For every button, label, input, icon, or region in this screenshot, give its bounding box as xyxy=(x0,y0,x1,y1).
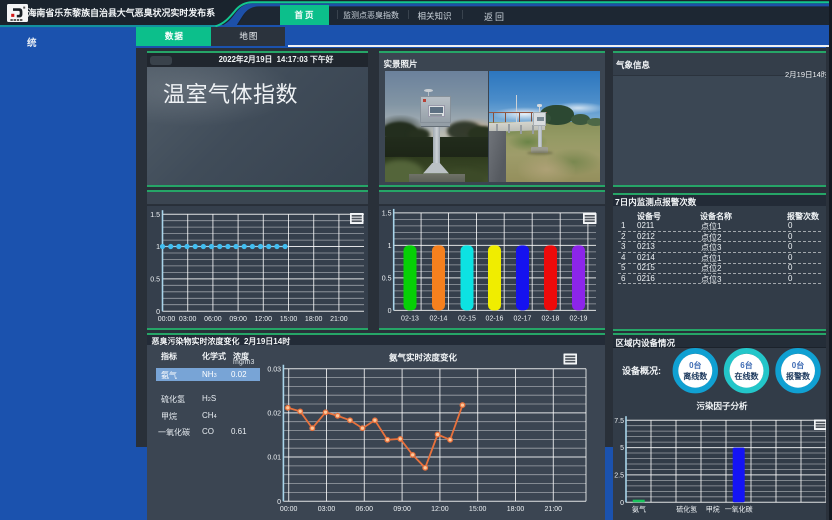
svg-text:12:00: 12:00 xyxy=(255,316,273,323)
svg-text:06:00: 06:00 xyxy=(204,316,222,323)
svg-text:02-16: 02-16 xyxy=(486,315,504,322)
svg-text:5: 5 xyxy=(620,445,624,452)
svg-text:0.01: 0.01 xyxy=(267,455,281,462)
svg-text:12:00: 12:00 xyxy=(431,506,449,513)
svg-text:污染因子分析: 污染因子分析 xyxy=(696,401,748,411)
svg-text:21:00: 21:00 xyxy=(330,316,348,323)
svg-text:02-15: 02-15 xyxy=(458,315,476,322)
svg-text:02-14: 02-14 xyxy=(430,315,448,322)
svg-text:1: 1 xyxy=(388,243,392,250)
svg-text:0: 0 xyxy=(388,308,392,315)
svg-text:0.03: 0.03 xyxy=(267,366,281,373)
svg-text:02-13: 02-13 xyxy=(401,315,419,322)
svg-text:06:00: 06:00 xyxy=(356,506,374,513)
svg-text:03:00: 03:00 xyxy=(318,506,336,513)
svg-text:02-19: 02-19 xyxy=(570,315,588,322)
svg-text:18:00: 18:00 xyxy=(507,506,525,513)
svg-text:15:00: 15:00 xyxy=(469,506,487,513)
svg-text:7.5: 7.5 xyxy=(614,418,624,425)
svg-text:0.02: 0.02 xyxy=(267,411,281,418)
svg-text:0: 0 xyxy=(620,500,624,507)
svg-text:02-18: 02-18 xyxy=(542,315,560,322)
svg-text:15:00: 15:00 xyxy=(280,316,298,323)
svg-text:09:00: 09:00 xyxy=(229,316,247,323)
svg-text:氨气实时浓度变化: 氨气实时浓度变化 xyxy=(389,353,458,363)
svg-text:0: 0 xyxy=(277,499,281,506)
svg-text:18:00: 18:00 xyxy=(305,316,323,323)
svg-text:02-17: 02-17 xyxy=(514,315,532,322)
svg-text:03:00: 03:00 xyxy=(179,316,197,323)
svg-text:0: 0 xyxy=(156,309,160,316)
svg-text:1.5: 1.5 xyxy=(150,212,160,219)
svg-text:0.5: 0.5 xyxy=(382,276,392,283)
svg-text:00:00: 00:00 xyxy=(158,316,176,323)
svg-text:氨气: 氨气 xyxy=(632,504,646,513)
svg-text:1: 1 xyxy=(156,244,160,251)
svg-text:硫化氢: 硫化氢 xyxy=(676,504,697,513)
svg-text:1.5: 1.5 xyxy=(382,211,392,218)
svg-text:21:00: 21:00 xyxy=(545,506,563,513)
svg-text:0.5: 0.5 xyxy=(150,277,160,284)
svg-text:2.5: 2.5 xyxy=(614,473,624,480)
svg-text:甲烷: 甲烷 xyxy=(706,504,720,513)
svg-text:00:00: 00:00 xyxy=(280,506,298,513)
svg-text:09:00: 09:00 xyxy=(393,506,411,513)
svg-text:一氧化碳: 一氧化碳 xyxy=(725,504,753,513)
